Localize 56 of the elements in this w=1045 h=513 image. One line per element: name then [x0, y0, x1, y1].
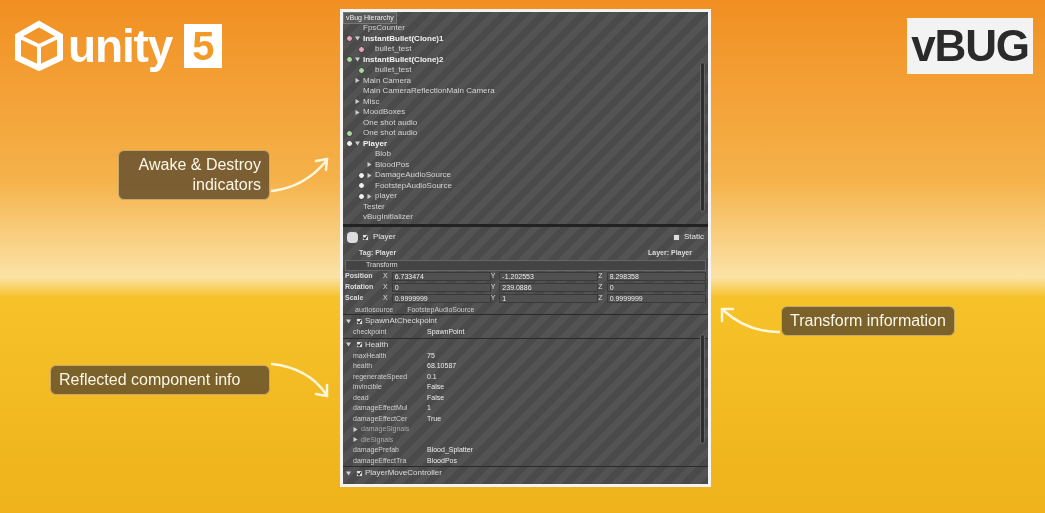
hierarchy-item[interactable]: Tester: [363, 201, 385, 212]
hierarchy-item[interactable]: FpsCounter: [363, 23, 405, 34]
expanded-arrow-icon[interactable]: [346, 470, 351, 476]
collapsed-arrow-icon[interactable]: [367, 162, 372, 168]
expanded-arrow-icon[interactable]: [355, 57, 360, 63]
hierarchy-item[interactable]: Blob: [375, 149, 391, 160]
collapsed-arrow-icon[interactable]: [353, 437, 358, 443]
collapsed-arrow-icon[interactable]: [367, 193, 372, 199]
checkbox[interactable]: [356, 469, 363, 477]
cube-logo-icon: [14, 20, 64, 72]
hierarchy-item[interactable]: bullet_test: [375, 44, 412, 55]
collapsed-arrow-icon[interactable]: [353, 426, 358, 432]
collapsed-arrow-icon[interactable]: [355, 99, 360, 105]
hierarchy-item[interactable]: player: [375, 191, 397, 202]
component-title[interactable]: SpawnAtCheckpoint: [365, 315, 438, 327]
expanded-arrow-icon[interactable]: [346, 342, 351, 347]
component-title[interactable]: Health: [365, 338, 389, 351]
callout-label: Awake & Destroy indicators: [118, 150, 270, 200]
scrollbar[interactable]: [700, 62, 705, 212]
hierarchy-item[interactable]: bullet_test: [375, 65, 412, 76]
checkbox[interactable]: [356, 341, 363, 348]
hierarchy-item[interactable]: One shot audio: [363, 117, 418, 128]
hierarchy-item[interactable]: DamageAudioSource: [375, 170, 452, 181]
checkbox[interactable]: [673, 233, 680, 241]
hierarchy-item[interactable]: MoodBoxes: [363, 107, 406, 118]
collapsed-arrow-icon[interactable]: [367, 172, 372, 178]
component-title[interactable]: PlayerMoveController: [365, 467, 442, 479]
checkmark-icon: [357, 318, 362, 324]
hierarchy-item[interactable]: InstantBullet(Clone)2: [363, 54, 444, 65]
hierarchy-item[interactable]: Main Camera: [363, 75, 411, 86]
hierarchy-item[interactable]: Player: [363, 138, 388, 149]
hierarchy-item[interactable]: Main CameraReflectionMain Camera: [363, 86, 495, 97]
collapsed-arrow-icon[interactable]: [355, 109, 360, 115]
callout-label: Reflected component info: [50, 365, 270, 395]
hierarchy-item[interactable]: FootstepAudioSource: [375, 180, 452, 191]
static-label: Static: [684, 231, 704, 243]
checkmark-icon: [363, 234, 368, 240]
checkmark-icon: [357, 470, 362, 476]
callout-label: Transform information: [781, 306, 955, 336]
expanded-arrow-icon[interactable]: [355, 141, 360, 147]
checkbox[interactable]: [362, 233, 369, 241]
hierarchy-item[interactable]: InstantBullet(Clone)1: [363, 33, 444, 44]
expanded-arrow-icon[interactable]: [346, 318, 351, 324]
logo-version: 5: [184, 24, 223, 68]
expanded-arrow-icon[interactable]: [355, 36, 360, 42]
hierarchy-item[interactable]: vBugInitializer: [363, 212, 413, 223]
logo-wordmark: vBUG: [907, 18, 1033, 74]
collapsed-arrow-icon[interactable]: [355, 78, 360, 84]
hierarchy-item[interactable]: BloodPos: [375, 159, 410, 170]
hierarchy-item[interactable]: One shot audio: [363, 128, 418, 139]
logo-wordmark: unity: [68, 21, 173, 71]
checkmark-icon: [357, 342, 362, 347]
object-name: Player: [373, 231, 396, 243]
checkbox[interactable]: [356, 317, 363, 325]
hierarchy-item[interactable]: Misc: [363, 96, 380, 107]
scrollbar[interactable]: [700, 334, 705, 444]
